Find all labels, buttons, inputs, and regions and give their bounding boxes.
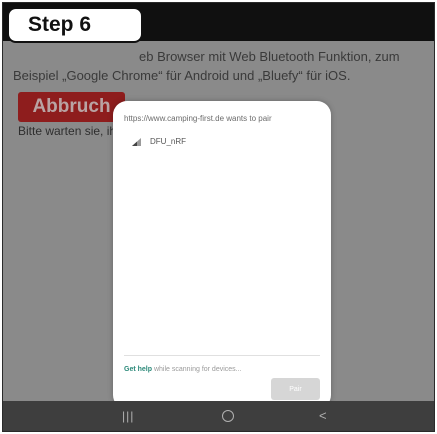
- home-icon[interactable]: [222, 410, 234, 422]
- pair-button[interactable]: Pair: [271, 378, 320, 400]
- pair-dialog-title: https://www.camping-first.de wants to pa…: [124, 114, 272, 123]
- get-help-link[interactable]: Get help: [124, 366, 152, 373]
- android-navigation-bar: ||| <: [3, 401, 434, 431]
- help-line: Get help while scanning for devices...: [124, 366, 242, 373]
- cancel-button[interactable]: Abbruch: [18, 92, 125, 122]
- browser-intro-text: eb Browser mit Web Bluetooth Funktion, z…: [13, 49, 400, 83]
- device-name: DFU_nRF: [150, 137, 187, 146]
- dialog-divider: [124, 355, 320, 356]
- signal-strength-icon: [132, 137, 141, 146]
- back-icon[interactable]: <: [319, 409, 327, 422]
- step-badge: Step 6: [7, 7, 143, 43]
- device-list-item[interactable]: DFU_nRF: [132, 137, 186, 146]
- bluetooth-pair-dialog: https://www.camping-first.de wants to pa…: [113, 101, 331, 409]
- scanning-status-text: while scanning for devices...: [152, 366, 242, 373]
- screenshot-frame: eb Browser mit Web Bluetooth Funktion, z…: [2, 2, 435, 432]
- wait-text: Bitte warten sie, ih: [18, 124, 117, 138]
- recents-icon[interactable]: |||: [122, 410, 134, 422]
